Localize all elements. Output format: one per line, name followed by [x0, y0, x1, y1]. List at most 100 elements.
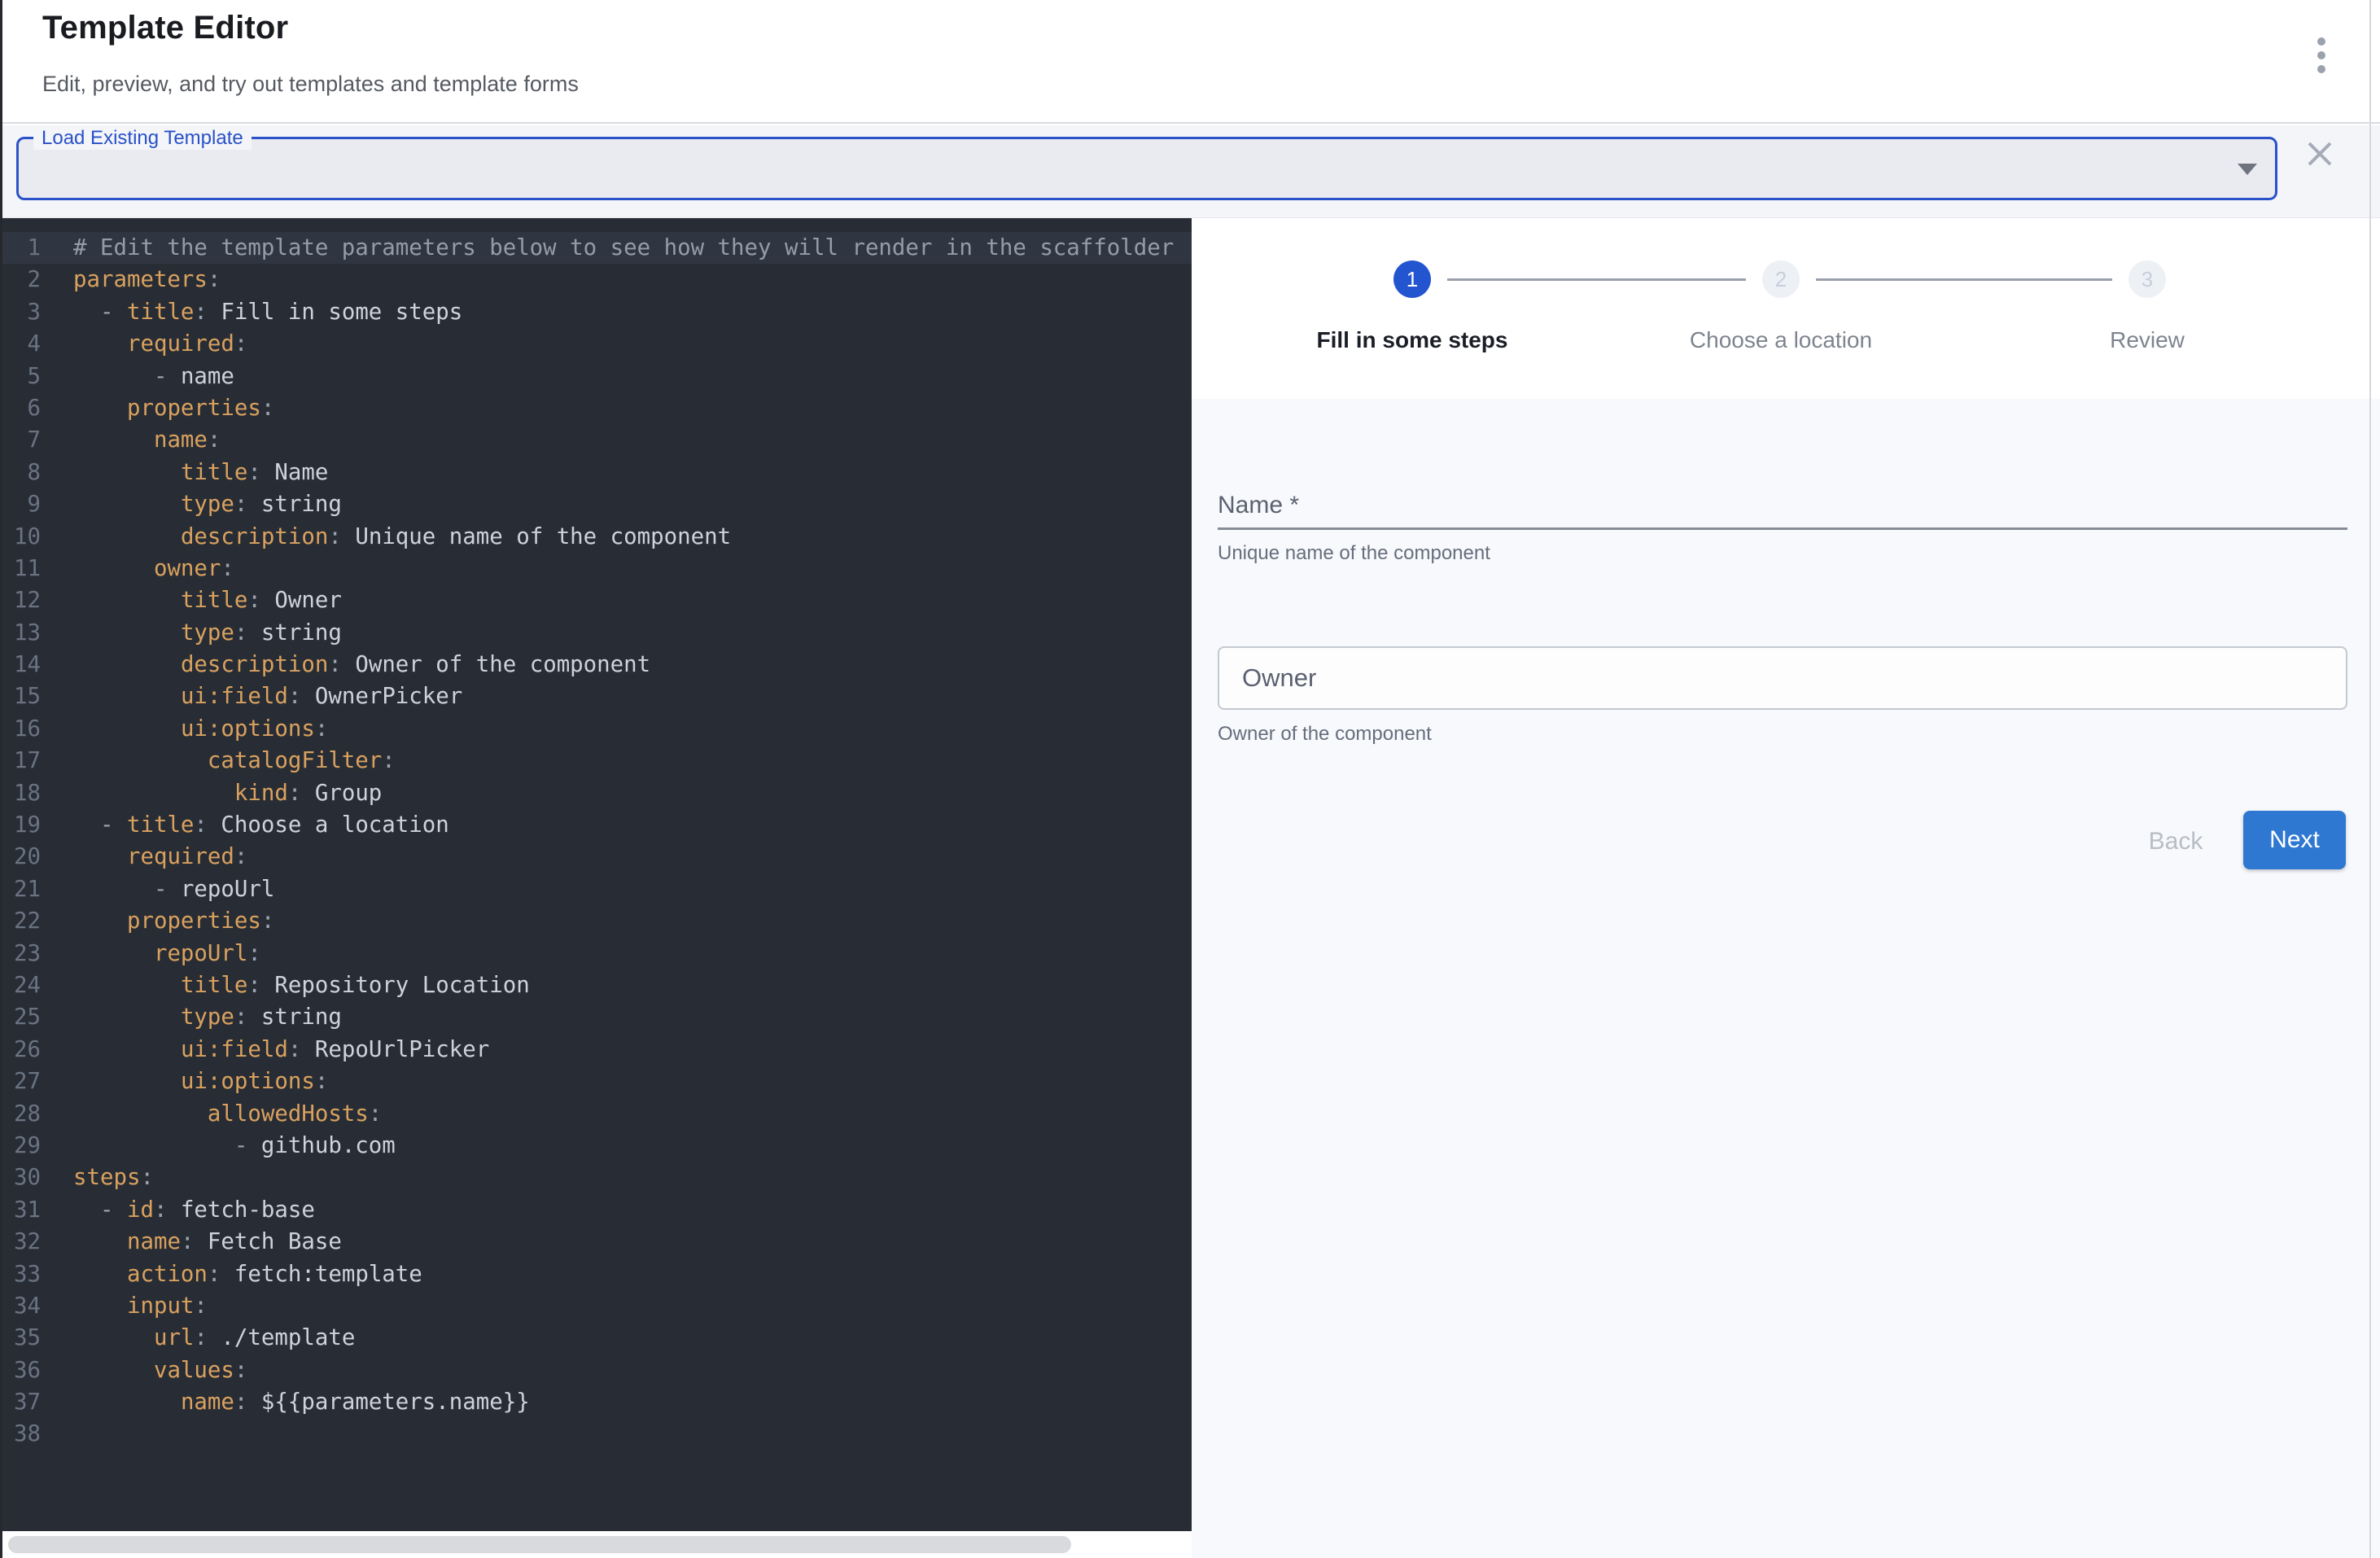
code-line: 34 input: — [0, 1290, 1192, 1322]
step-number-badge: 3 — [2128, 260, 2166, 298]
page-subtitle: Edit, preview, and try out templates and… — [42, 72, 579, 97]
name-field-helper: Unique name of the component — [1218, 542, 1490, 565]
stepper-step-choose-a-location: 2 Choose a location — [1602, 260, 1960, 353]
code-text: steps: — [41, 1162, 154, 1193]
step-label: Review — [2110, 327, 2185, 353]
code-line: 6 properties: — [0, 392, 1192, 424]
code-line: 8 title: Name — [0, 457, 1192, 488]
line-number: 3 — [0, 296, 41, 328]
caret-down-icon — [2238, 164, 2257, 175]
load-template-select[interactable]: Load Existing Template — [16, 137, 2277, 200]
name-input[interactable] — [1218, 527, 2347, 530]
step-label: Fill in some steps — [1317, 327, 1508, 353]
code-line: 35 url: ./template — [0, 1322, 1192, 1354]
code-line: 26 ui:field: RepoUrlPicker — [0, 1034, 1192, 1066]
code-line: 28 allowedHosts: — [0, 1098, 1192, 1130]
line-number: 26 — [0, 1034, 41, 1066]
line-number: 19 — [0, 809, 41, 841]
code-lines: 1# Edit the template parameters below to… — [0, 218, 1192, 1451]
stepper-step-fill-in-some-steps: 1 Fill in some steps — [1233, 260, 1591, 353]
code-line: 13 type: string — [0, 617, 1192, 649]
code-text: name: — [41, 424, 221, 456]
code-line: 24 title: Repository Location — [0, 969, 1192, 1001]
code-text: description: Owner of the component — [41, 649, 650, 681]
line-number: 14 — [0, 649, 41, 681]
page-title: Template Editor — [42, 10, 288, 46]
next-button[interactable]: Next — [2243, 811, 2346, 869]
line-number: 11 — [0, 553, 41, 584]
code-text: properties: — [41, 905, 274, 937]
code-line: 33 action: fetch:template — [0, 1258, 1192, 1290]
step-label: Choose a location — [1690, 327, 1872, 353]
code-line: 2parameters: — [0, 264, 1192, 295]
owner-input[interactable]: Owner — [1218, 646, 2347, 710]
code-text: name: Fetch Base — [41, 1226, 342, 1258]
code-text: kind: Group — [41, 777, 382, 809]
code-text: - title: Choose a location — [41, 809, 449, 841]
code-text: ui:options: — [41, 713, 328, 745]
owner-field-helper: Owner of the component — [1218, 723, 1432, 746]
stepper: 1 Fill in some steps 2 Choose a location… — [1192, 218, 2380, 399]
step-number: 3 — [2142, 267, 2153, 292]
clear-template-button[interactable] — [2299, 133, 2341, 176]
code-text: title: Name — [41, 457, 328, 488]
line-number: 29 — [0, 1130, 41, 1162]
kebab-menu-icon — [2317, 37, 2325, 73]
line-number: 25 — [0, 1001, 41, 1033]
name-field-label: Name * — [1218, 492, 1299, 519]
step-number-badge: 1 — [1393, 260, 1431, 298]
code-text: title: Repository Location — [41, 969, 530, 1001]
code-line: 18 kind: Group — [0, 777, 1192, 809]
line-number: 10 — [0, 521, 41, 553]
code-text: - id: fetch-base — [41, 1194, 315, 1226]
code-line: 11 owner: — [0, 553, 1192, 584]
code-editor[interactable]: 1# Edit the template parameters below to… — [0, 218, 1192, 1531]
code-text: action: fetch:template — [41, 1258, 422, 1290]
code-text: ui:field: OwnerPicker — [41, 681, 462, 712]
code-text: title: Owner — [41, 584, 342, 616]
code-line: 36 values: — [0, 1354, 1192, 1386]
header: Template Editor Edit, preview, and try o… — [0, 0, 2380, 124]
code-line: 5 - name — [0, 361, 1192, 392]
code-line: 23 repoUrl: — [0, 938, 1192, 969]
code-line: 37 name: ${{parameters.name}} — [0, 1386, 1192, 1418]
line-number: 30 — [0, 1162, 41, 1193]
code-line: 15 ui:field: OwnerPicker — [0, 681, 1192, 712]
line-number: 33 — [0, 1258, 41, 1290]
code-text: required: — [41, 841, 247, 873]
code-line: 12 title: Owner — [0, 584, 1192, 616]
line-number: 31 — [0, 1194, 41, 1226]
load-template-label: Load Existing Template — [33, 127, 252, 150]
line-number: 17 — [0, 745, 41, 777]
line-number: 6 — [0, 392, 41, 424]
line-number: 12 — [0, 584, 41, 616]
horizontal-scrollbar-thumb[interactable] — [8, 1536, 1071, 1553]
line-number: 1 — [0, 232, 41, 264]
horizontal-scrollbar[interactable] — [0, 1531, 1192, 1558]
line-number: 32 — [0, 1226, 41, 1258]
more-options-button[interactable] — [2300, 28, 2343, 83]
window-left-edge — [0, 0, 2, 1558]
code-line: 38 — [0, 1418, 1192, 1450]
code-line: 21 - repoUrl — [0, 873, 1192, 905]
code-text: input: — [41, 1290, 208, 1322]
line-number: 20 — [0, 841, 41, 873]
template-form: Name * Unique name of the component Owne… — [1192, 399, 2380, 1558]
code-line: 1# Edit the template parameters below to… — [0, 232, 1192, 264]
code-text: ui:options: — [41, 1066, 328, 1097]
code-text — [41, 1418, 73, 1450]
back-button[interactable]: Back — [2127, 819, 2225, 864]
code-text: - title: Fill in some steps — [41, 296, 462, 328]
line-number: 36 — [0, 1354, 41, 1386]
line-number: 7 — [0, 424, 41, 456]
code-line: 32 name: Fetch Base — [0, 1226, 1192, 1258]
code-line: 30steps: — [0, 1162, 1192, 1193]
code-line: 29 - github.com — [0, 1130, 1192, 1162]
line-number: 22 — [0, 905, 41, 937]
load-template-bar: Load Existing Template — [0, 125, 2380, 218]
code-line: 31 - id: fetch-base — [0, 1194, 1192, 1226]
owner-input-placeholder: Owner — [1242, 648, 1316, 708]
code-text: # Edit the template parameters below to … — [41, 232, 1174, 264]
code-text: url: ./template — [41, 1322, 355, 1354]
code-line: 20 required: — [0, 841, 1192, 873]
